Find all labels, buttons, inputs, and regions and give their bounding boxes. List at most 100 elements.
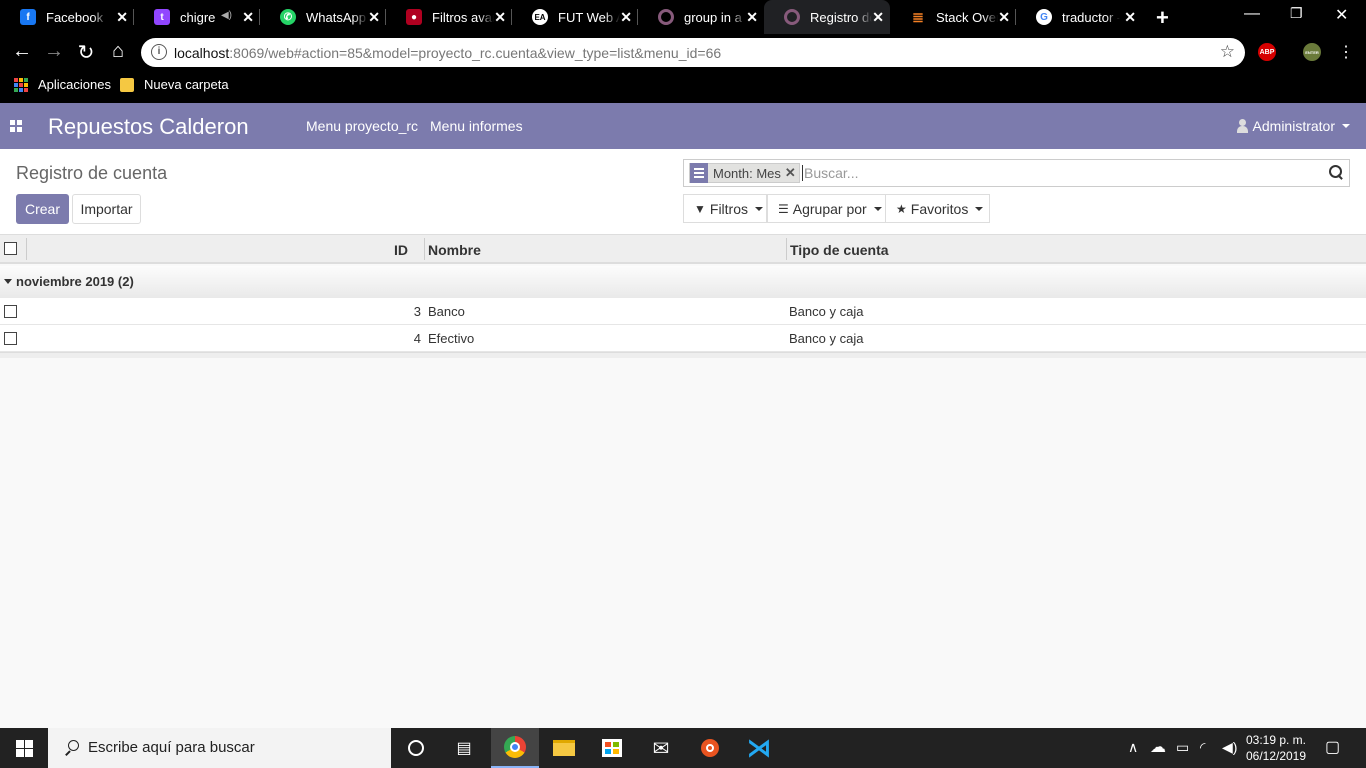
adblock-plus-icon[interactable]: ABP xyxy=(1258,43,1276,61)
cortana-icon[interactable] xyxy=(392,728,440,768)
tab-stack-overflow[interactable]: ≣ Stack Overflow ✕ xyxy=(890,0,1016,34)
table-header: ID Nombre Tipo de cuenta xyxy=(0,235,1366,264)
info-icon[interactable]: i xyxy=(151,44,167,60)
menu-proyecto-rc[interactable]: Menu proyecto_rc xyxy=(306,118,418,134)
facet-value: Month: Mes xyxy=(713,165,781,181)
minimize-icon[interactable]: — xyxy=(1244,5,1260,23)
speaker-icon[interactable]: ◀) xyxy=(221,10,232,21)
bookmark-nueva-carpeta[interactable]: Nueva carpeta xyxy=(120,77,229,92)
tab-traductor[interactable]: G traductor - Buscar con Google ✕ xyxy=(1016,0,1142,34)
tab-title: Facebook xyxy=(46,9,104,25)
favorites-dropdown[interactable]: ★ Favoritos xyxy=(885,194,990,223)
taskbar-clock[interactable]: 03:19 p. m. 06/12/2019 xyxy=(1240,732,1312,764)
window-close-icon[interactable]: ✕ xyxy=(1335,5,1348,25)
bookmarks-bar: Aplicaciones Nueva carpeta xyxy=(0,70,1366,103)
battery-icon[interactable]: ▭ xyxy=(1176,739,1189,756)
close-icon[interactable]: ✕ xyxy=(1124,9,1136,26)
create-button[interactable]: Crear xyxy=(16,194,69,224)
twitch-icon: t xyxy=(154,9,170,25)
remove-facet-icon[interactable]: ✕ xyxy=(785,165,799,181)
windows-taskbar: Escribe aquí para buscar ▤ ✉ ⋊ ∧ ☁ ▭ ◜ ◀… xyxy=(0,728,1366,768)
user-menu[interactable]: Administrator xyxy=(1236,118,1350,134)
back-icon[interactable]: ← xyxy=(10,40,34,63)
filters-label: Filtros xyxy=(709,200,749,217)
chevron-up-icon[interactable]: ∧ xyxy=(1128,739,1138,756)
caret-down-icon xyxy=(4,279,12,284)
address-bar[interactable]: i localhost:8069/web#action=85&model=pro… xyxy=(141,38,1245,67)
file-explorer-icon[interactable] xyxy=(540,728,588,768)
user-icon xyxy=(1236,119,1248,133)
table-footer xyxy=(0,352,1366,358)
bookmark-star-icon[interactable]: ☆ xyxy=(1220,42,1235,62)
close-icon[interactable]: ✕ xyxy=(620,9,632,26)
column-header-tipo[interactable]: Tipo de cuenta xyxy=(790,242,889,258)
control-panel: Registro de cuenta Crear Importar Month:… xyxy=(0,149,1366,235)
notification-icon[interactable]: ▢ xyxy=(1325,737,1340,757)
browser-tab-strip: f Facebook ✕ t chigre ◀) ✕ ✆ WhatsApp ✕ … xyxy=(0,0,1366,34)
folder-icon xyxy=(120,77,134,92)
page-title: Registro de cuenta xyxy=(16,163,168,183)
chrome-taskbar-icon[interactable] xyxy=(491,728,539,768)
taskbar-search[interactable]: Escribe aquí para buscar xyxy=(48,728,391,768)
select-all-checkbox[interactable] xyxy=(4,242,17,255)
store-icon[interactable] xyxy=(588,728,636,768)
row-checkbox[interactable] xyxy=(4,332,17,345)
forward-icon[interactable]: → xyxy=(42,40,66,63)
favorites-label: Favoritos xyxy=(910,200,969,217)
windows-start-icon[interactable] xyxy=(16,740,33,757)
app-switcher-icon[interactable] xyxy=(10,120,22,132)
onedrive-icon[interactable]: ☁ xyxy=(1150,737,1166,757)
task-view-icon[interactable]: ▤ xyxy=(440,728,488,768)
tab-group-in-a-view[interactable]: group in a view ✕ xyxy=(638,0,764,34)
close-icon[interactable]: ✕ xyxy=(746,9,758,26)
import-button[interactable]: Importar xyxy=(72,194,141,224)
home-icon[interactable]: ⌂ xyxy=(106,40,130,63)
extension-icon[interactable]: ENTER xyxy=(1303,43,1321,61)
filters-dropdown[interactable]: ▼ Filtros xyxy=(683,194,767,223)
close-icon[interactable]: ✕ xyxy=(494,9,506,26)
close-icon[interactable]: ✕ xyxy=(116,9,128,26)
column-header-nombre[interactable]: Nombre xyxy=(428,242,481,258)
tab-whatsapp[interactable]: ✆ WhatsApp ✕ xyxy=(260,0,386,34)
reload-icon[interactable]: ↻ xyxy=(74,40,98,65)
tab-title: Filtros avanzados xyxy=(432,9,494,25)
search-facet[interactable]: Month: Mes ✕ xyxy=(689,163,800,183)
tab-filtros[interactable]: ● Filtros avanzados ✕ xyxy=(386,0,512,34)
table-row[interactable]: 4 Efectivo Banco y caja xyxy=(0,325,1366,352)
column-divider xyxy=(424,238,425,260)
cell-id: 3 xyxy=(413,304,421,319)
bookmark-aplicaciones[interactable]: Aplicaciones xyxy=(14,77,111,92)
tab-registro-de-cuenta[interactable]: Registro de cuenta ✕ xyxy=(764,0,890,34)
search-icon[interactable] xyxy=(1329,165,1343,179)
column-divider xyxy=(786,238,787,260)
vscode-icon[interactable]: ⋊ xyxy=(735,728,783,768)
search-input[interactable]: Buscar... xyxy=(802,165,858,181)
tab-title: Stack Overflow xyxy=(936,9,998,25)
tab-facebook[interactable]: f Facebook ✕ xyxy=(0,0,134,34)
app-brand[interactable]: Repuestos Calderon xyxy=(48,114,249,140)
volume-icon[interactable]: ◀) xyxy=(1222,739,1237,756)
bookmark-label: Nueva carpeta xyxy=(144,77,229,92)
chevron-down-icon xyxy=(755,206,764,211)
stackoverflow-icon: ≣ xyxy=(912,8,924,25)
wifi-icon[interactable]: ◜ xyxy=(1200,739,1205,756)
groupby-dropdown[interactable]: ☰ Agrupar por xyxy=(767,194,886,223)
table-row[interactable]: 3 Banco Banco y caja xyxy=(0,298,1366,325)
close-icon[interactable]: ✕ xyxy=(998,9,1010,26)
ubuntu-icon[interactable] xyxy=(686,728,734,768)
close-icon[interactable]: ✕ xyxy=(368,9,380,26)
tab-fut-web-app[interactable]: EA FUT Web App ✕ xyxy=(512,0,638,34)
new-tab-icon[interactable]: + xyxy=(1156,5,1169,31)
row-checkbox[interactable] xyxy=(4,305,17,318)
url-path: :8069/web#action=85&model=proyecto_rc.cu… xyxy=(229,45,722,61)
close-icon[interactable]: ✕ xyxy=(872,9,884,26)
close-icon[interactable]: ✕ xyxy=(242,9,254,26)
tab-title: traductor - Buscar con Google xyxy=(1062,9,1120,25)
more-menu-icon[interactable]: ⋮ xyxy=(1334,42,1358,62)
group-row[interactable]: noviembre 2019 (2) xyxy=(0,266,1366,298)
tab-chigre[interactable]: t chigre ◀) ✕ xyxy=(134,0,260,34)
restore-icon[interactable]: ❐ xyxy=(1290,5,1303,22)
menu-informes[interactable]: Menu informes xyxy=(430,118,523,134)
column-header-id[interactable]: ID xyxy=(394,242,408,258)
mail-icon[interactable]: ✉ xyxy=(637,728,685,768)
